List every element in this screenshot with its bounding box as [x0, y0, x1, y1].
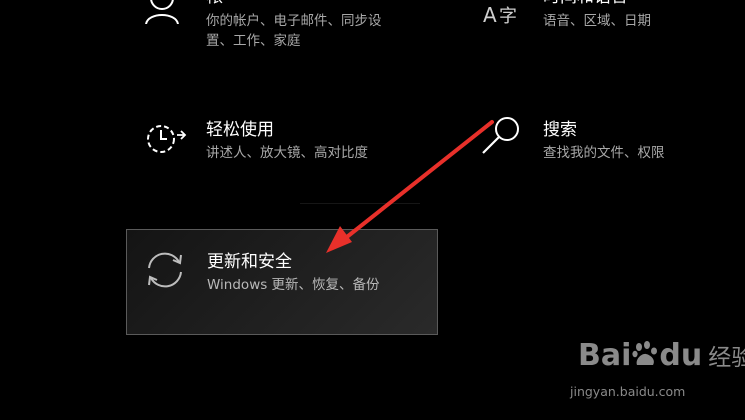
- tile-accounts-desc-line2: 置、工作、家庭: [206, 33, 301, 49]
- paw-icon: [632, 341, 658, 365]
- sync-icon: [143, 248, 187, 292]
- settings-page: 帐 你的帐户、电子邮件、同步设 置、工作、家庭 A 字 时间和语言 语音、区域、…: [0, 0, 745, 420]
- tile-ease-of-access[interactable]: 轻松使用 讲述人、放大镜、高对比度: [144, 117, 444, 177]
- watermark-url: jingyan.baidu.com: [570, 384, 686, 399]
- baidu-watermark: Bai du 经验 jingyan.baidu.com: [570, 330, 745, 416]
- ease-of-access-timer-icon: [144, 117, 188, 161]
- tile-search-title: 搜索: [543, 120, 577, 140]
- watermark-logo-left: Bai: [578, 338, 632, 373]
- tile-update-security-title: 更新和安全: [207, 252, 292, 272]
- person-icon: [144, 0, 188, 24]
- tile-time-language-title: 时间和语言: [543, 0, 628, 8]
- tile-time-language-desc: 语音、区域、日期: [543, 13, 651, 29]
- tile-accounts[interactable]: 帐 你的帐户、电子邮件、同步设 置、工作、家庭: [144, 0, 444, 70]
- tile-accounts-desc-line1: 你的帐户、电子邮件、同步设: [206, 13, 382, 29]
- watermark-logo-right: du: [659, 338, 703, 373]
- tile-search-desc: 查找我的文件、权限: [543, 145, 665, 161]
- svg-text:字: 字: [499, 6, 517, 24]
- watermark-logo-suffix: 经验: [708, 345, 745, 371]
- svg-text:A: A: [483, 3, 497, 24]
- time-language-icon: A 字: [481, 0, 525, 24]
- tile-ease-of-access-title: 轻松使用: [206, 120, 274, 140]
- watermark-logo: Bai du 经验: [578, 338, 745, 373]
- tile-update-security-desc: Windows 更新、恢复、备份: [207, 277, 380, 293]
- divider: [300, 203, 420, 204]
- tile-time-language[interactable]: A 字 时间和语言 语音、区域、日期: [481, 0, 741, 70]
- tile-update-security[interactable]: 更新和安全 Windows 更新、恢复、备份: [126, 229, 438, 335]
- search-icon: [481, 117, 525, 161]
- tile-search[interactable]: 搜索 查找我的文件、权限: [481, 117, 741, 177]
- tile-accounts-title: 帐: [206, 0, 223, 8]
- tile-ease-of-access-desc: 讲述人、放大镜、高对比度: [206, 145, 368, 161]
